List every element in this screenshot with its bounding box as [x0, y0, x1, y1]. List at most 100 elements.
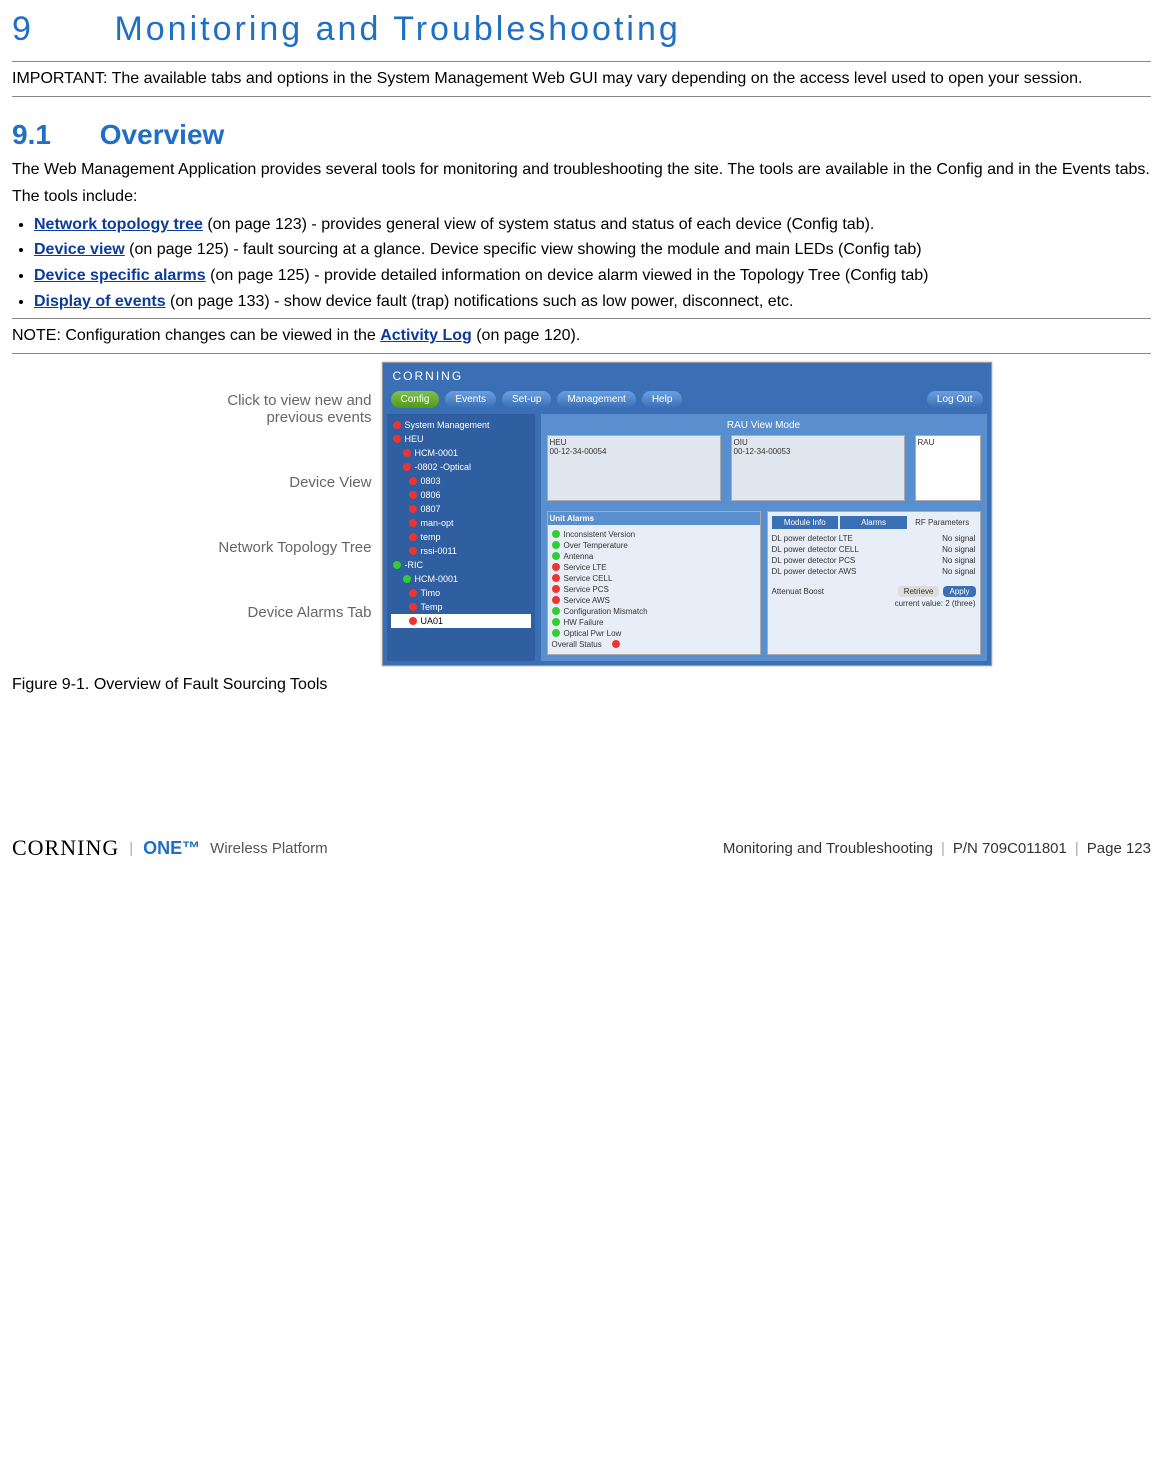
callout-tree: Network Topology Tree [172, 539, 372, 556]
tools-list: Network topology tree (on page 123) - pr… [12, 214, 1151, 312]
led-icon [552, 596, 560, 604]
topology-tree[interactable]: System Management HEU HCM-0001 -0802 -Op… [387, 414, 535, 661]
callout-labels: Click to view new and previous events De… [172, 362, 372, 621]
callout-events: Click to view new and previous events [172, 392, 372, 426]
logout-button[interactable]: Log Out [927, 391, 983, 408]
device-view-panel: HEU00-12-34-00054 OIU00-12-34-00053 RAU [547, 435, 981, 501]
banner: RAU View Mode [547, 420, 981, 431]
panel-tabs: Module Info Alarms RF Parameters [772, 516, 976, 529]
alarm-row: Inconsistent Version [552, 529, 756, 540]
tab-help[interactable]: Help [642, 391, 683, 408]
tab-config[interactable]: Config [391, 391, 440, 408]
overview-intro: The tools include: [12, 186, 1151, 208]
led-icon [409, 603, 417, 611]
rf-row: DL power detector PCSNo signal [772, 555, 976, 566]
divider [12, 61, 1151, 62]
led-icon [409, 519, 417, 527]
tree-item: man-opt [391, 516, 531, 530]
tree-item: HCM-0001 [391, 446, 531, 460]
apply-button[interactable]: Apply [943, 586, 975, 597]
led-icon [409, 533, 417, 541]
link-activity-log[interactable]: Activity Log [380, 327, 472, 344]
page-footer: CORNING | ONE™ Wireless Platform Monitor… [12, 835, 1151, 861]
link-device-alarms[interactable]: Device specific alarms [34, 267, 206, 284]
list-item: Device view (on page 125) - fault sourci… [34, 239, 1151, 261]
rf-row: DL power detector LTENo signal [772, 533, 976, 544]
tree-item: Timo [391, 586, 531, 600]
led-icon [552, 563, 560, 571]
tree-item: -RIC [391, 558, 531, 572]
rf-row: DL power detector CELLNo signal [772, 544, 976, 555]
led-icon [393, 421, 401, 429]
led-icon [552, 629, 560, 637]
figure-caption: Figure 9-1. Overview of Fault Sourcing T… [12, 674, 1151, 696]
rf-panel: Module Info Alarms RF Parameters DL powe… [767, 511, 981, 655]
tree-item: temp [391, 530, 531, 544]
footer-doc: Monitoring and Troubleshooting [723, 840, 933, 857]
alarm-row: HW Failure [552, 617, 756, 628]
gui-screenshot: CORNING Config Events Set-up Management … [382, 362, 992, 666]
tree-item: System Management [391, 418, 531, 432]
chapter-number: 9 [12, 10, 102, 49]
link-network-topology[interactable]: Network topology tree [34, 216, 203, 233]
footer-right: Monitoring and Troubleshooting | P/N 709… [723, 840, 1151, 857]
rf-row: DL power detector AWSNo signal [772, 566, 976, 577]
chapter-title: Monitoring and Troubleshooting [114, 10, 680, 48]
tab-alarms[interactable]: Alarms [840, 516, 907, 529]
divider [12, 96, 1151, 97]
alarm-row: Service LTE [552, 562, 756, 573]
note-pre: NOTE: Configuration changes can be viewe… [12, 327, 380, 344]
logo-tag: Wireless Platform [210, 840, 328, 857]
tab-rf-parameters[interactable]: RF Parameters [909, 516, 976, 529]
list-item-text: (on page 133) - show device fault (trap)… [166, 293, 794, 310]
tree-item: HEU [391, 432, 531, 446]
section-title: Overview [100, 119, 225, 150]
retrieve-button[interactable]: Retrieve [898, 586, 940, 597]
led-icon [409, 617, 417, 625]
list-item-text: (on page 125) - fault sourcing at a glan… [125, 241, 922, 258]
led-icon [409, 547, 417, 555]
led-icon [409, 477, 417, 485]
tab-events[interactable]: Events [445, 391, 496, 408]
led-icon [403, 575, 411, 583]
gui-logo: CORNING [387, 367, 987, 385]
footer-brand: CORNING | ONE™ Wireless Platform [12, 835, 328, 861]
led-icon [552, 607, 560, 615]
tree-item: 0806 [391, 488, 531, 502]
led-icon [552, 574, 560, 582]
alarm-row: Over Temperature [552, 540, 756, 551]
alarm-row: Service AWS [552, 595, 756, 606]
tree-item: Temp [391, 600, 531, 614]
gui-main: RAU View Mode HEU00-12-34-00054 OIU00-12… [541, 414, 987, 661]
led-icon [612, 640, 620, 648]
tab-management[interactable]: Management [557, 391, 635, 408]
led-icon [552, 552, 560, 560]
atten-row: Attenuat Boost Retrieve Apply [772, 585, 976, 598]
footer-pn: P/N 709C011801 [953, 840, 1067, 857]
section-number: 9.1 [12, 119, 92, 151]
link-device-view[interactable]: Device view [34, 241, 125, 258]
led-icon [552, 585, 560, 593]
list-item: Network topology tree (on page 123) - pr… [34, 214, 1151, 236]
footer-page: Page 123 [1087, 840, 1151, 857]
device-heu[interactable]: HEU00-12-34-00054 [547, 435, 721, 501]
gui-topbar: Config Events Set-up Management Help Log… [387, 385, 987, 414]
alarm-row: Service PCS [552, 584, 756, 595]
section-heading: 9.1 Overview [12, 119, 1151, 151]
alarm-row: Optical Pwr Low [552, 628, 756, 639]
link-display-events[interactable]: Display of events [34, 293, 166, 310]
list-item: Device specific alarms (on page 125) - p… [34, 265, 1151, 287]
device-oiu[interactable]: OIU00-12-34-00053 [731, 435, 905, 501]
led-icon [393, 561, 401, 569]
alarm-row: Configuration Mismatch [552, 606, 756, 617]
logo-corning: CORNING [12, 835, 119, 861]
overview-paragraph: The Web Management Application provides … [12, 159, 1151, 181]
device-rau[interactable]: RAU [915, 435, 981, 501]
led-icon [552, 618, 560, 626]
led-icon [409, 589, 417, 597]
tab-module-info[interactable]: Module Info [772, 516, 839, 529]
led-icon [409, 491, 417, 499]
tab-setup[interactable]: Set-up [502, 391, 551, 408]
led-icon [403, 449, 411, 457]
overall-status: Overall Status [552, 639, 756, 650]
